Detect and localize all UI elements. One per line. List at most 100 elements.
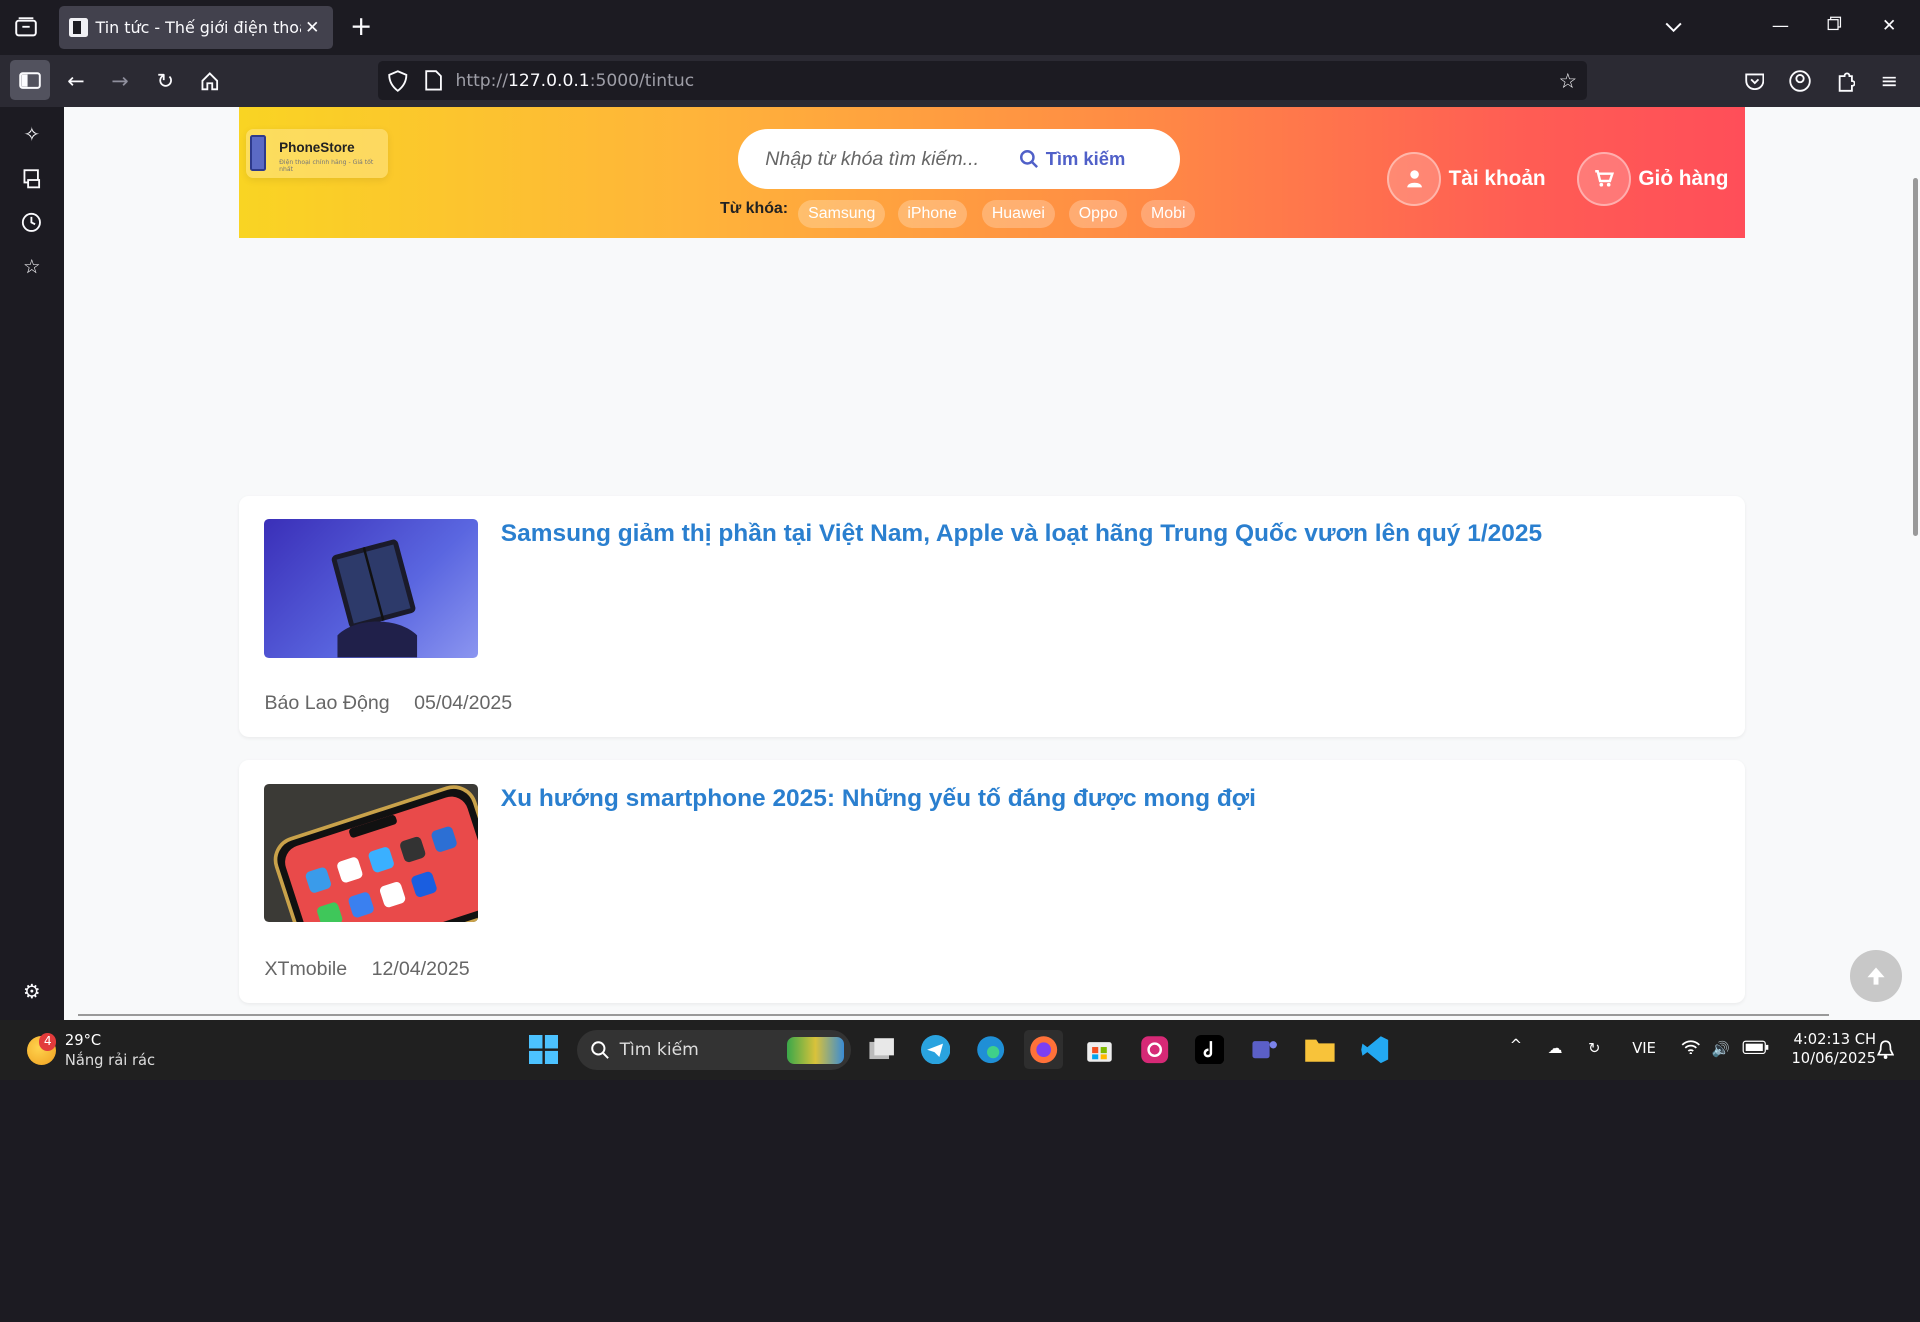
sidebar-toggle-icon[interactable] xyxy=(9,59,51,101)
sync-icon[interactable]: ↻ xyxy=(1588,1040,1600,1057)
article-title[interactable]: Thị trường smartphone Việt Nam đổi chiều… xyxy=(501,252,1194,280)
back-icon[interactable]: ← xyxy=(62,67,89,94)
scroll-to-top-button[interactable] xyxy=(1850,950,1902,1002)
article-meta: Doanh ngiệp 4/05/2025 (tin về Quý 1/2025) xyxy=(264,425,659,448)
teams-icon[interactable] xyxy=(1245,1030,1284,1069)
page-info-icon[interactable] xyxy=(425,70,442,96)
article-meta: Báo Lao Động 05/04/2025 xyxy=(264,692,512,715)
clock[interactable]: 4:02:13 CH 10/06/2025 xyxy=(1791,1031,1876,1067)
site-logo[interactable]: PhoneStore Điện thoại chính hãng - Giá t… xyxy=(246,128,389,178)
article-thumbnail[interactable] xyxy=(264,252,478,391)
vscode-icon[interactable] xyxy=(1356,1030,1395,1069)
search-input[interactable] xyxy=(765,144,1005,174)
file-explorer-icon[interactable] xyxy=(1300,1030,1339,1069)
url-text[interactable]: http://127.0.0.1:5000/tintuc xyxy=(456,71,695,91)
tiktok-icon[interactable] xyxy=(1190,1030,1229,1069)
show-hidden-icons[interactable]: ^ xyxy=(1510,1037,1522,1054)
taskbar-search[interactable]: Tìm kiếm xyxy=(576,1029,852,1071)
forward-icon[interactable]: → xyxy=(107,67,134,94)
search-icon xyxy=(1019,149,1038,168)
volume-icon[interactable]: 🔊 xyxy=(1712,1040,1730,1058)
cart-button[interactable]: Giỏ hàng xyxy=(1577,151,1728,207)
page-scrollbar[interactable] xyxy=(1912,177,1918,537)
keyword-samsung[interactable]: Samsung xyxy=(798,199,886,228)
start-windows-icon[interactable] xyxy=(524,1030,563,1069)
search-button[interactable]: Tìm kiếm xyxy=(1019,144,1126,173)
site-header: PhoneStore Điện thoại chính hãng - Giá t… xyxy=(238,106,1745,238)
clock-date: 10/06/2025 xyxy=(1791,1050,1877,1068)
keyword-huawei[interactable]: Huawei xyxy=(982,199,1055,228)
restore-icon[interactable] xyxy=(1827,16,1842,36)
task-view-icon[interactable] xyxy=(862,1030,901,1069)
article-thumbnail[interactable] xyxy=(264,783,478,923)
keywords-label: Từ khóa: xyxy=(719,199,789,217)
tab-list-icon[interactable] xyxy=(13,15,37,39)
taskbar-search-label: Tìm kiếm xyxy=(619,1039,699,1060)
firefox-icon[interactable] xyxy=(1023,1029,1063,1069)
telegram-icon[interactable] xyxy=(916,1030,955,1069)
extensions-icon[interactable] xyxy=(1832,67,1859,94)
browser-nav-bar: ← → ↻ http://127.0.0.1:5000/tintuc ☆ ≡ xyxy=(0,55,1920,107)
clock-time: 4:02:13 CH xyxy=(1793,1031,1877,1049)
keyword-mobi[interactable]: Mobi xyxy=(1141,199,1196,228)
article-card[interactable]: Samsung giảm thị phần tại Việt Nam, Appl… xyxy=(238,495,1745,738)
browser-sidebar: ✧ ☆ ⚙ xyxy=(0,106,64,1020)
logo-name: PhoneStore xyxy=(279,139,355,155)
account-label: Tài khoản xyxy=(1448,166,1546,190)
onedrive-icon[interactable]: ☁ xyxy=(1548,1040,1563,1057)
reload-icon[interactable]: ↻ xyxy=(152,67,179,94)
browser-tab-bar: Tin tức - Thế giới điện thoại ✕ + — ✕ xyxy=(0,0,1920,56)
weather-widget[interactable]: 4 29°C Nắng rải rác xyxy=(24,1029,171,1073)
pocket-icon[interactable] xyxy=(1741,67,1768,94)
article-date: 12/04/2025 xyxy=(371,957,470,980)
wifi-icon[interactable] xyxy=(1681,1039,1701,1059)
settings-gear-icon[interactable]: ⚙ xyxy=(20,980,44,1004)
store-icon[interactable] xyxy=(1080,1030,1119,1069)
history-icon[interactable] xyxy=(20,211,44,235)
horizontal-scrollbar[interactable] xyxy=(78,1013,1830,1017)
address-bar[interactable]: http://127.0.0.1:5000/tintuc ☆ xyxy=(378,61,1587,101)
account-icon[interactable] xyxy=(1787,67,1814,94)
minimize-icon[interactable]: — xyxy=(1772,16,1789,36)
article-date: 4/05/2025 (tin về Quý 1/2025) xyxy=(400,424,660,447)
phone-logo-icon xyxy=(249,134,266,172)
article-thumbnail[interactable] xyxy=(264,519,478,658)
tab-active[interactable]: Tin tức - Thế giới điện thoại ✕ xyxy=(58,6,334,49)
bookmark-star-icon[interactable]: ☆ xyxy=(1559,69,1578,93)
user-icon xyxy=(1387,151,1442,206)
edge-icon[interactable] xyxy=(971,1030,1010,1069)
close-window-icon[interactable]: ✕ xyxy=(1882,16,1896,36)
article-source: Báo Lao Động xyxy=(264,691,390,714)
cart-label: Giỏ hàng xyxy=(1638,166,1729,190)
account-button[interactable]: Tài khoản xyxy=(1387,151,1546,207)
close-tab-icon[interactable]: ✕ xyxy=(301,18,323,38)
notification-icon[interactable] xyxy=(1876,1039,1895,1064)
synced-tabs-icon[interactable] xyxy=(20,167,44,191)
keyword-oppo[interactable]: Oppo xyxy=(1068,199,1128,228)
search-box: Tìm kiếm xyxy=(738,128,1181,189)
bookmarks-icon[interactable]: ☆ xyxy=(20,255,44,279)
article-title[interactable]: Samsung giảm thị phần tại Việt Nam, Appl… xyxy=(501,520,1542,548)
article-card[interactable]: Xu hướng smartphone 2025: Những yếu tố đ… xyxy=(238,760,1745,1003)
article-meta: XTmobile 12/04/2025 xyxy=(264,958,469,981)
keyword-iphone[interactable]: iPhone xyxy=(897,199,967,228)
tab-title: Tin tức - Thế giới điện thoại xyxy=(95,18,302,38)
new-tab-icon[interactable]: + xyxy=(349,11,373,42)
search-button-label: Tìm kiếm xyxy=(1045,148,1126,170)
instagram-icon[interactable] xyxy=(1135,1030,1174,1069)
list-all-tabs-icon[interactable] xyxy=(1662,15,1686,39)
battery-icon[interactable] xyxy=(1742,1040,1769,1059)
weather-badge: 4 xyxy=(39,1033,57,1051)
article-title[interactable]: Xu hướng smartphone 2025: Những yếu tố đ… xyxy=(501,785,1256,813)
logo-subtitle: Điện thoại chính hãng - Giá tốt nhất xyxy=(279,159,374,174)
article-source: XTmobile xyxy=(264,957,348,980)
language-indicator[interactable]: VIE xyxy=(1632,1040,1656,1057)
web-page: PhoneStore Điện thoại chính hãng - Giá t… xyxy=(63,106,1920,1020)
weather-desc: Nắng rải rác xyxy=(64,1051,156,1069)
menu-icon[interactable]: ≡ xyxy=(1876,67,1903,94)
ai-chatbot-icon[interactable]: ✧ xyxy=(20,122,44,146)
shield-icon[interactable] xyxy=(388,69,408,97)
home-icon[interactable] xyxy=(196,67,223,94)
windows-taskbar: 4 29°C Nắng rải rác Tìm kiếm ^ ☁ ↻ VIE 🔊… xyxy=(0,1020,1920,1080)
cart-icon xyxy=(1577,151,1632,206)
